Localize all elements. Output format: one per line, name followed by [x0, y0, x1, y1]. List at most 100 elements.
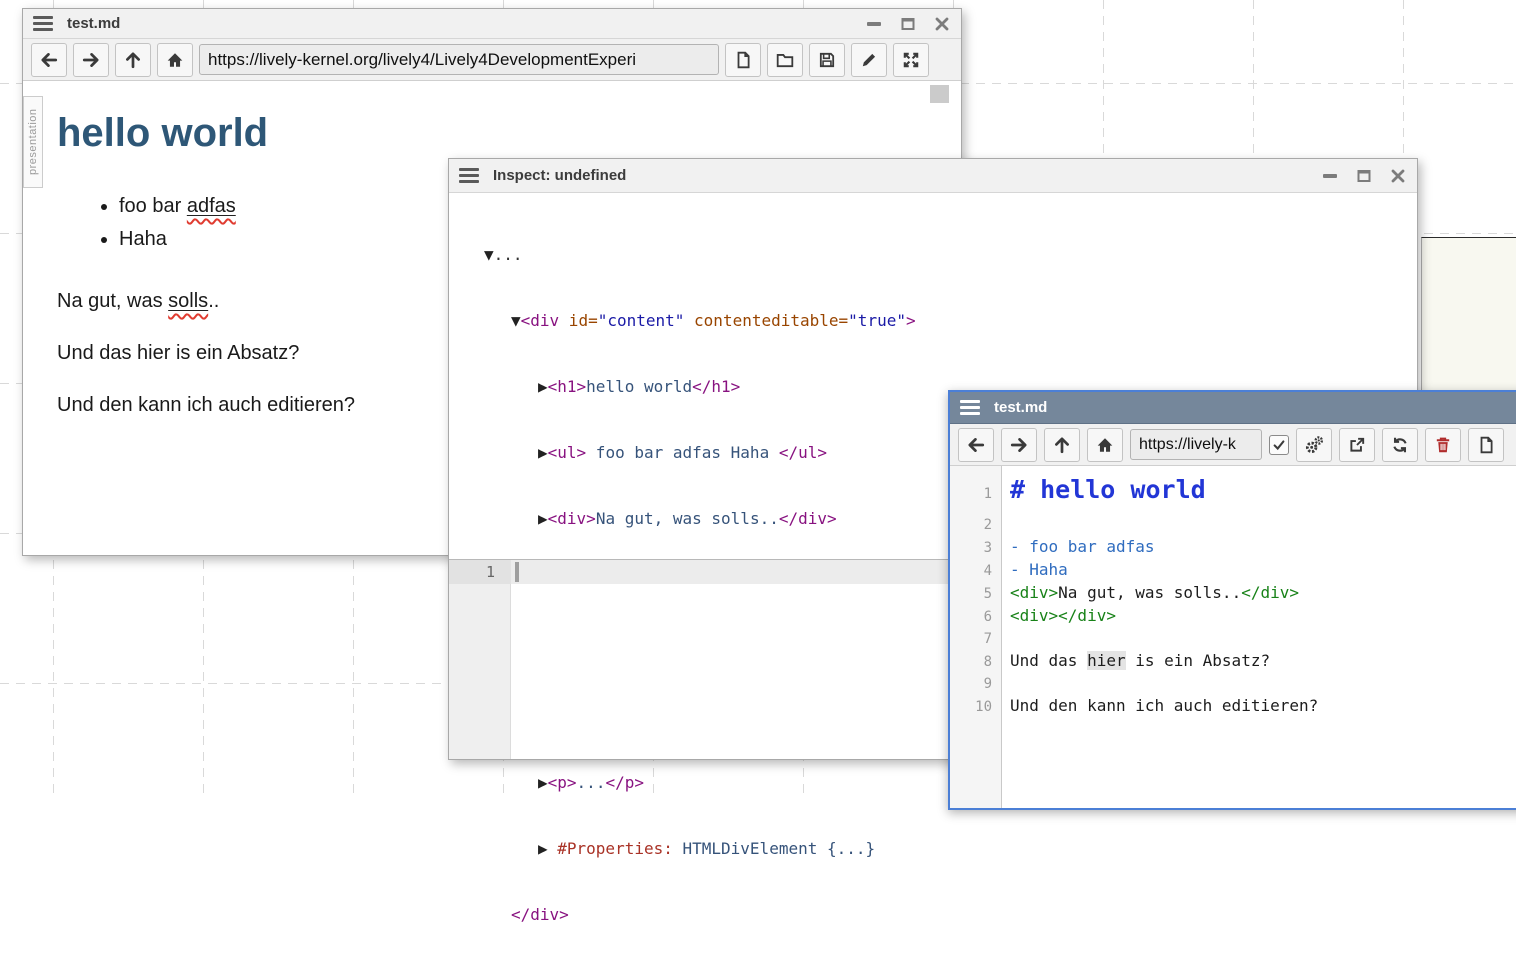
- settings-gears-button[interactable]: [1296, 428, 1332, 462]
- code-segment: Und das: [1010, 651, 1087, 670]
- line-number: 9: [950, 673, 1002, 695]
- editor-line[interactable]: 6<div></div>: [950, 605, 1516, 628]
- open-external-button[interactable]: [1339, 428, 1375, 462]
- inspector-titlebar[interactable]: Inspect: undefined: [449, 159, 1417, 193]
- editor-line[interactable]: 1# hello world: [950, 470, 1516, 514]
- editor-line[interactable]: 10Und den kann ich auch editieren?: [950, 695, 1516, 718]
- forward-button[interactable]: [1001, 428, 1037, 462]
- close-icon[interactable]: [933, 16, 951, 32]
- back-button[interactable]: [31, 43, 67, 77]
- editor-line[interactable]: 8 Und das hier is ein Absatz?: [950, 650, 1516, 673]
- properties-value: HTMLDivElement {...}: [673, 839, 875, 858]
- url-input[interactable]: [1130, 429, 1262, 460]
- list-item-text: Haha: [119, 228, 167, 250]
- attr-name: id=: [559, 311, 598, 330]
- line-number: 2: [950, 514, 1002, 536]
- tag-text: >: [906, 311, 916, 330]
- tag-text: </div>: [511, 905, 569, 924]
- maximize-icon[interactable]: [899, 16, 917, 32]
- tag-text: </ul>: [779, 443, 827, 462]
- code-segment: Na gut, was solls..: [1058, 583, 1241, 602]
- reload-button[interactable]: [1382, 428, 1418, 462]
- editor-line[interactable]: 4- Haha: [950, 559, 1516, 582]
- new-file-button[interactable]: [1468, 428, 1504, 462]
- save-button[interactable]: [809, 43, 845, 77]
- collapse-arrow-icon[interactable]: ▼: [511, 311, 521, 330]
- open-folder-button[interactable]: [767, 43, 803, 77]
- line-number: 5: [950, 583, 1002, 605]
- window3-titlebar[interactable]: test.md: [950, 392, 1516, 424]
- up-button[interactable]: [115, 43, 151, 77]
- expand-arrow-icon[interactable]: ▶: [538, 443, 548, 462]
- expand-arrow-icon[interactable]: ▶: [538, 773, 548, 792]
- back-button[interactable]: [958, 428, 994, 462]
- editor-line[interactable]: 3 - foo bar adfas: [950, 536, 1516, 559]
- window1-titlebar[interactable]: test.md: [23, 9, 961, 39]
- url-input[interactable]: [199, 44, 719, 75]
- minimize-icon[interactable]: [865, 16, 883, 32]
- expand-arrow-icon[interactable]: ▶: [538, 509, 548, 528]
- minimize-icon[interactable]: [1321, 168, 1339, 184]
- dom-tree-node[interactable]: ▼<div id="content" contenteditable="true…: [449, 310, 1417, 332]
- preview-heading[interactable]: hello world: [57, 111, 921, 156]
- code-segment: # hello world: [1010, 475, 1206, 504]
- menu-icon[interactable]: [33, 16, 53, 31]
- tag-text: <div: [521, 311, 560, 330]
- editor-line[interactable]: 5<div>Na gut, was solls..</div>: [950, 582, 1516, 605]
- code-segment: <div>: [1010, 583, 1058, 602]
- editor-line[interactable]: 9: [950, 673, 1516, 695]
- list-item-text: foo bar: [119, 195, 187, 217]
- tag-text: </h1>: [692, 377, 740, 396]
- highlighted-word: hier: [1087, 651, 1126, 670]
- node-text: Na gut, was solls..: [596, 509, 779, 528]
- home-button[interactable]: [1087, 428, 1123, 462]
- home-button[interactable]: [157, 43, 193, 77]
- source-editor[interactable]: 1# hello world 2 3 - foo bar adfas 4- Hah…: [950, 466, 1516, 808]
- maximize-icon[interactable]: [1355, 168, 1373, 184]
- node-text: ...: [577, 773, 606, 792]
- window1-title: test.md: [67, 15, 120, 32]
- editor-line[interactable]: 7: [950, 628, 1516, 650]
- window1-toolbar: [23, 39, 961, 81]
- scrollbar-thumb[interactable]: [930, 85, 949, 103]
- new-file-button[interactable]: [725, 43, 761, 77]
- node-text: foo bar adfas Haha: [586, 443, 779, 462]
- line-number: 8: [950, 651, 1002, 673]
- tag-text: <h1>: [548, 377, 587, 396]
- line-number: 3: [950, 537, 1002, 559]
- code-segment: Und den kann ich auch editieren?: [1010, 696, 1318, 715]
- line-number: 6: [950, 606, 1002, 628]
- properties-label: #Properties:: [557, 839, 673, 858]
- code-segment: - Haha: [1010, 560, 1068, 579]
- dom-tree-node[interactable]: ▼...: [449, 244, 1417, 266]
- tag-text: <p>: [548, 773, 577, 792]
- inspector-title: Inspect: undefined: [493, 167, 626, 184]
- dom-tree-node[interactable]: </div>: [449, 904, 1417, 926]
- misspelled-word: solls: [168, 290, 208, 312]
- editor-line[interactable]: 2: [950, 514, 1516, 536]
- code-segment: is ein Absatz?: [1126, 651, 1271, 670]
- expand-button[interactable]: [893, 43, 929, 77]
- edit-pencil-button[interactable]: [851, 43, 887, 77]
- menu-icon[interactable]: [960, 400, 980, 415]
- line-number: 1: [449, 560, 511, 584]
- forward-button[interactable]: [73, 43, 109, 77]
- tag-text: <ul>: [548, 443, 587, 462]
- code-segment: - foo bar adfas: [1010, 537, 1155, 556]
- menu-icon[interactable]: [459, 168, 479, 183]
- paragraph-text: ..: [208, 290, 219, 312]
- attr-value: "true": [848, 311, 906, 330]
- window-markdown-editor: test.md 1# hello world 2 3 - foo bar adfa…: [948, 390, 1516, 810]
- dom-tree-properties-node[interactable]: ▶ #Properties: HTMLDivElement {...}: [449, 838, 1417, 860]
- expand-arrow-icon[interactable]: ▶: [538, 377, 548, 396]
- close-icon[interactable]: [1389, 168, 1407, 184]
- delete-trash-button[interactable]: [1425, 428, 1461, 462]
- background-panel: [1421, 237, 1516, 390]
- expand-arrow-icon[interactable]: ▶: [538, 839, 557, 858]
- auto-update-checkbox[interactable]: [1269, 435, 1289, 455]
- node-text: ...: [494, 245, 523, 264]
- tag-text: <div>: [548, 509, 596, 528]
- collapse-arrow-icon[interactable]: ▼: [484, 245, 494, 264]
- up-button[interactable]: [1044, 428, 1080, 462]
- presentation-side-tab[interactable]: presentation: [23, 96, 43, 188]
